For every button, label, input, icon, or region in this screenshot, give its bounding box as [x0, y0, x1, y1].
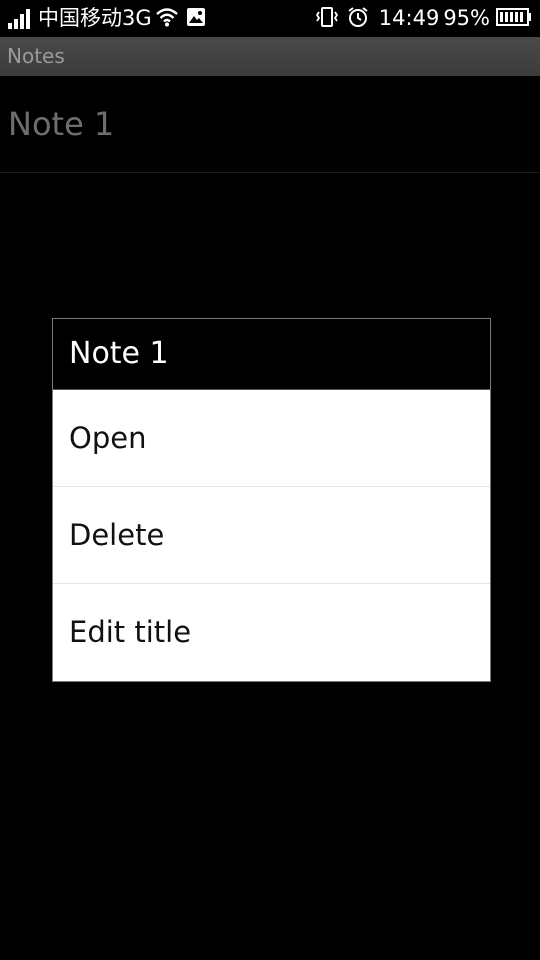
dialog-title: Note 1 [69, 336, 169, 371]
app-title: Notes [7, 44, 65, 68]
menu-item-label: Open [69, 421, 147, 455]
dialog-header: Note 1 [53, 319, 490, 390]
note-list-item[interactable]: Note 1 [0, 76, 540, 173]
status-bar-right: 14:49 95% [311, 4, 532, 33]
menu-item-open[interactable]: Open [53, 390, 490, 487]
note-title: Note 1 [8, 105, 115, 143]
gallery-icon [186, 7, 206, 31]
app-title-bar: Notes [0, 37, 540, 76]
carrier-name: 中国移动3G [38, 6, 152, 30]
note-list: Note 1 [0, 76, 540, 173]
menu-item-delete[interactable]: Delete [53, 487, 490, 584]
menu-item-label: Edit title [69, 615, 192, 649]
menu-item-label: Delete [69, 518, 165, 552]
screen: 中国移动3G 14:49 95% Notes Note 1 Note 1 Ope… [0, 0, 540, 960]
menu-item-edit-title[interactable]: Edit title [53, 584, 490, 681]
status-bar-left: 中国移动3G [8, 4, 210, 33]
wifi-icon [155, 7, 178, 31]
signal-icon [8, 8, 32, 29]
clock-time: 14:49 [378, 6, 440, 30]
battery-percent: 95% [443, 6, 490, 30]
alarm-icon [347, 6, 369, 32]
status-bar: 中国移动3G 14:49 95% [0, 0, 540, 37]
context-menu-dialog: Note 1 Open Delete Edit title [52, 318, 491, 682]
battery-icon [496, 7, 532, 30]
vibrate-icon [315, 6, 339, 32]
